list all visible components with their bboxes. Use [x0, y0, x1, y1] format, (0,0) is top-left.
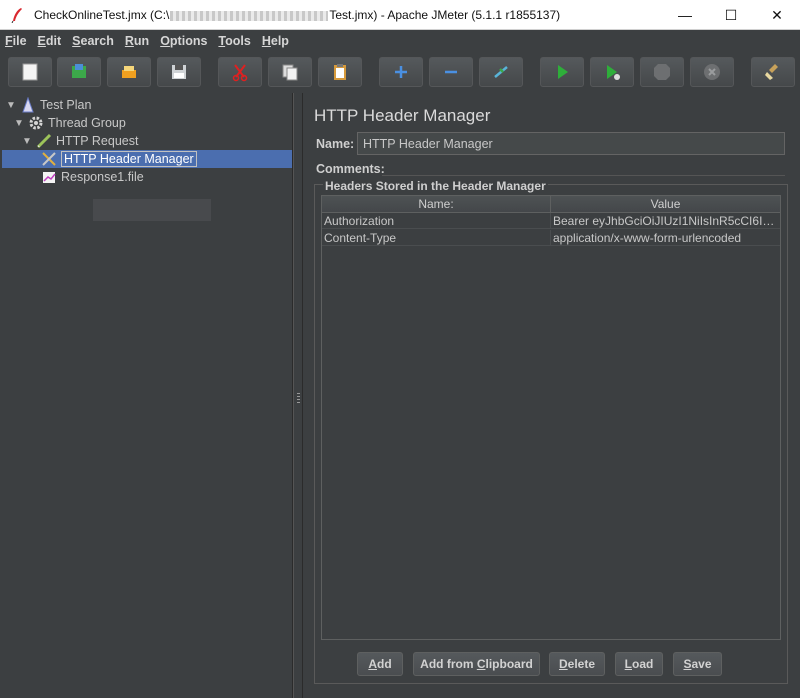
cut-button[interactable]	[218, 57, 262, 87]
comments-field[interactable]	[382, 175, 785, 176]
test-plan-icon	[19, 96, 37, 114]
menu-run[interactable]: Run	[125, 34, 149, 48]
table-row[interactable]: Authorization Bearer eyJhbGciOiJIUzI1NiI…	[322, 213, 780, 229]
tree-node-http-request[interactable]: ▼ HTTP Request	[22, 132, 138, 150]
menu-file[interactable]: File	[5, 34, 27, 48]
new-icon	[22, 63, 38, 81]
clear-all-icon	[765, 64, 778, 80]
copy-button[interactable]	[268, 57, 312, 87]
table-row[interactable]: Content-Type application/x-www-form-urle…	[322, 230, 780, 246]
paste-button[interactable]	[318, 57, 362, 87]
start-button[interactable]	[540, 57, 584, 87]
delete-button[interactable]: Delete	[549, 652, 605, 676]
menu-edit[interactable]: Edit	[38, 34, 62, 48]
name-label: Name:	[316, 137, 355, 151]
menu-options[interactable]: Options	[160, 34, 207, 48]
jmeter-feather-icon	[11, 8, 22, 23]
gear-icon	[27, 114, 45, 132]
tree-node-test-plan[interactable]: ▼ Test Plan	[6, 96, 91, 114]
shutdown-button[interactable]	[690, 57, 734, 87]
paste-icon	[334, 64, 346, 80]
shutdown-icon	[704, 64, 720, 80]
toggle-button[interactable]	[479, 57, 523, 87]
save-button[interactable]	[157, 57, 201, 87]
test-plan-tree[interactable]: ▼ Test Plan ▼ Thread Group ▼ HTTP Reques…	[0, 93, 293, 698]
add-from-clipboard-button[interactable]: Add from Clipboard	[413, 652, 540, 676]
table-header: Name: Value	[322, 196, 780, 213]
expand-toggle-icon[interactable]: ▼	[22, 136, 32, 147]
new-button[interactable]	[8, 57, 52, 87]
start-icon	[558, 65, 568, 79]
tree-node-label: Thread Group	[48, 116, 126, 130]
column-header-value[interactable]: Value	[551, 196, 780, 212]
expand-icon	[395, 66, 407, 78]
load-button[interactable]: Load	[615, 652, 663, 676]
tree-node-label: Test Plan	[40, 98, 92, 112]
header-name-cell[interactable]: Content-Type	[322, 230, 551, 246]
name-field[interactable]	[357, 132, 785, 155]
menu-search[interactable]: Search	[72, 34, 114, 48]
header-value-cell[interactable]: application/x-www-form-urlencoded	[551, 230, 780, 246]
save-headers-button[interactable]: Save	[673, 652, 722, 676]
panel-title: HTTP Header Manager	[314, 106, 491, 125]
toggle-icon	[494, 66, 508, 78]
tree-node-header-manager[interactable]: HTTP Header Manager	[40, 150, 197, 168]
save-icon	[172, 65, 186, 79]
menu-bar: File Edit Search Run Options Tools Help	[0, 30, 800, 51]
headers-legend: Headers Stored in the Header Manager	[323, 179, 548, 193]
menu-tools[interactable]: Tools	[218, 34, 250, 48]
toolbar	[0, 51, 800, 93]
drag-ghost	[93, 199, 211, 221]
column-header-name[interactable]: Name:	[322, 196, 551, 212]
tree-node-label: HTTP Request	[56, 134, 139, 148]
templates-button[interactable]	[57, 57, 101, 87]
expand-toggle-icon[interactable]: ▼	[14, 118, 24, 129]
expand-all-button[interactable]	[379, 57, 423, 87]
expand-toggle-icon[interactable]: ▼	[6, 100, 16, 111]
tree-node-response-file[interactable]: Response1.file	[40, 168, 144, 186]
cut-icon	[232, 64, 248, 82]
collapse-all-button[interactable]	[429, 57, 473, 87]
tree-node-label: Response1.file	[61, 170, 144, 184]
window-title: CheckOnlineTest.jmx (C:\ Test.jmx) - Apac…	[34, 8, 561, 22]
redacted-path	[170, 10, 329, 21]
wrench-icon	[40, 150, 58, 168]
tree-node-label: HTTP Header Manager	[61, 151, 197, 167]
comments-label: Comments:	[316, 162, 385, 176]
templates-icon	[72, 64, 86, 78]
clear-all-button[interactable]	[751, 57, 795, 87]
divider-grip-icon[interactable]	[297, 393, 300, 405]
maximize-button[interactable]: ☐	[708, 0, 754, 30]
header-name-cell[interactable]: Authorization	[322, 213, 551, 229]
copy-icon	[282, 64, 298, 81]
open-icon	[122, 66, 136, 78]
stop-button[interactable]	[640, 57, 684, 87]
header-value-cell[interactable]: Bearer eyJhbGciOiJIUzI1NiIsInR5cCI6Ikp..…	[551, 213, 780, 229]
split-divider[interactable]	[293, 93, 303, 698]
title-bar: CheckOnlineTest.jmx (C:\ Test.jmx) - Apac…	[0, 0, 800, 30]
open-button[interactable]	[107, 57, 151, 87]
sampler-icon	[35, 132, 53, 150]
header-manager-panel: HTTP Header Manager Name: Comments: Head…	[304, 93, 796, 698]
stop-icon	[654, 64, 670, 80]
menu-help[interactable]: Help	[262, 34, 289, 48]
start-no-pause-icon	[607, 65, 620, 80]
start-no-pauses-button[interactable]	[590, 57, 634, 87]
headers-table[interactable]: Name: Value Authorization Bearer eyJhbGc…	[321, 195, 781, 640]
table-button-row: Add Add from Clipboard Delete Load Save	[315, 652, 789, 676]
close-button[interactable]: ✕	[754, 0, 800, 30]
minimize-button[interactable]: —	[662, 0, 708, 30]
collapse-icon	[445, 70, 457, 74]
headers-group: Headers Stored in the Header Manager Nam…	[314, 179, 789, 684]
tree-node-thread-group[interactable]: ▼ Thread Group	[14, 114, 126, 132]
listener-chart-icon	[40, 168, 58, 186]
add-button[interactable]: Add	[357, 652, 403, 676]
